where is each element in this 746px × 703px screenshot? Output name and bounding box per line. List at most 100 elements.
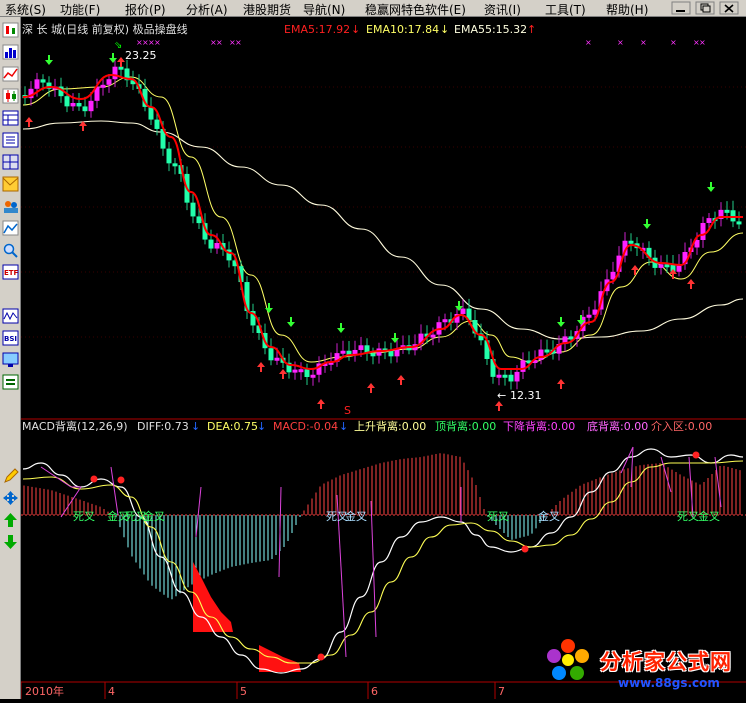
- candle-body: [304, 369, 310, 378]
- ema10-line: [22, 76, 744, 363]
- ema5-value: EMA5:17.92: [284, 23, 350, 36]
- table-icon[interactable]: [2, 110, 19, 126]
- menu-system[interactable]: 系统(S): [5, 1, 46, 18]
- watermark-url: www.88gs.com: [618, 676, 720, 690]
- candle-body: [706, 218, 712, 223]
- kline-icon[interactable]: [2, 88, 19, 104]
- close-icon[interactable]: [719, 1, 739, 15]
- up-divergence-value: 上升背离:0.00: [354, 419, 426, 433]
- sell-arrow: [643, 219, 651, 229]
- sell-arrow: [391, 333, 399, 343]
- candle-body: [370, 353, 376, 357]
- red-block: [193, 562, 233, 632]
- buy-arrow: [367, 383, 375, 393]
- x-axis-label: 7: [498, 685, 505, 698]
- divergence-line: [660, 456, 672, 493]
- menu-tools[interactable]: 工具(T): [545, 1, 586, 18]
- menu-quote[interactable]: 报价(P): [125, 1, 166, 18]
- x-mark: ×: [640, 38, 647, 47]
- macd-dea-value: DEA:0.75: [207, 420, 258, 433]
- candle-body: [358, 345, 364, 350]
- buy-arrow: [257, 362, 265, 372]
- minimize-icon[interactable]: [671, 1, 691, 15]
- macd-diff-value: DIFF:0.73: [137, 420, 189, 433]
- down-divergence-value: 下降背离:0.00: [503, 419, 575, 433]
- sell-arrow: [557, 317, 565, 327]
- candle-body: [166, 148, 172, 164]
- candle-body: [70, 102, 76, 107]
- buy-arrow: [397, 375, 405, 385]
- menu-hk-futures[interactable]: 港股期货: [243, 1, 291, 18]
- menu-info[interactable]: 资讯(I): [484, 1, 521, 18]
- clipboard-icon[interactable]: [2, 374, 19, 390]
- macd-title: MACD背离(12,26,9): [22, 419, 128, 433]
- macd-divergence-lines: [40, 446, 722, 658]
- watermark-text: 分析家公式网: [600, 650, 732, 674]
- diff-down-arrow: ↓: [191, 420, 200, 433]
- stock-chart[interactable]: × × × × × × × × × × × × × × 深 长 城(日线 前复权) 极品操盘线 EMA5:…: [21, 17, 746, 699]
- etf-icon[interactable]: ETF: [2, 264, 19, 280]
- menu-function[interactable]: 功能(F): [60, 1, 100, 18]
- sell-arrow: [109, 53, 117, 63]
- monitor-icon[interactable]: [2, 352, 19, 367]
- arrow-down-icon[interactable]: [4, 535, 17, 549]
- toolbar-icons: ETF BSI: [2, 22, 19, 549]
- cross-dot: [692, 451, 700, 459]
- candle-body: [430, 334, 436, 338]
- x-axis-label: 2010年: [25, 684, 64, 698]
- candle-body: [538, 349, 544, 361]
- bar-chart-icon[interactable]: [2, 44, 19, 60]
- mail-icon[interactable]: [2, 176, 19, 192]
- bsi-icon[interactable]: BSI: [2, 330, 19, 346]
- list-icon[interactable]: [2, 132, 19, 148]
- ema5-line: [22, 73, 743, 371]
- pencil-icon[interactable]: [4, 468, 19, 483]
- signal-markers: [25, 53, 715, 411]
- buy-arrow: [495, 401, 503, 411]
- candle-body: [310, 374, 316, 378]
- candle-body: [208, 239, 214, 249]
- candle-body: [64, 96, 70, 107]
- cross-dot: [317, 653, 325, 661]
- x-mark: ×: [699, 38, 706, 47]
- red-block: [259, 645, 301, 672]
- magnifier-icon[interactable]: [3, 243, 18, 258]
- sell-arrow: [45, 55, 53, 65]
- menu-bar: 系统(S) 功能(F) 报价(P) 分析(A) 港股期货 导航(N) 稳赢网特色…: [0, 0, 746, 17]
- menu-navigation[interactable]: 导航(N): [303, 1, 345, 18]
- menu-analysis[interactable]: 分析(A): [186, 1, 228, 18]
- menu-help[interactable]: 帮助(H): [606, 1, 648, 18]
- candle-body: [508, 374, 514, 382]
- buy-arrow: [669, 269, 677, 279]
- candlestick-icon[interactable]: [2, 22, 19, 38]
- users-icon[interactable]: [4, 201, 18, 213]
- chart-zoom-icon[interactable]: [2, 220, 19, 236]
- candle-body: [196, 216, 202, 224]
- candle-body: [172, 163, 178, 167]
- macd-macd-value: MACD:-0.04: [273, 420, 338, 433]
- x-axis-label: 6: [371, 685, 378, 698]
- arrow-up-icon[interactable]: [4, 513, 17, 527]
- buy-arrow: [687, 279, 695, 289]
- restore-icon[interactable]: [695, 1, 715, 15]
- price-gridlines: [21, 86, 746, 338]
- menu-special-software[interactable]: 稳赢网特色软件(E): [365, 1, 466, 18]
- window-controls: [671, 1, 739, 15]
- grid-icon[interactable]: [2, 154, 19, 170]
- low-arrow: ←: [497, 389, 506, 402]
- stock-title: 深 长 城(日线 前复权) 极品操盘线: [22, 22, 188, 36]
- bottom-divergence-value: 底背离:0.00: [587, 419, 648, 433]
- candle-body: [658, 264, 664, 268]
- buy-arrow: [557, 379, 565, 389]
- move-arrows-icon[interactable]: [3, 491, 18, 505]
- wave-icon[interactable]: [2, 308, 19, 324]
- candle-body: [730, 210, 736, 222]
- candle-body: [214, 243, 220, 249]
- candle-body: [34, 79, 40, 89]
- sell-arrow: [707, 182, 715, 192]
- line-chart-icon[interactable]: [2, 66, 19, 82]
- candle-body: [388, 351, 394, 357]
- candle-body: [82, 106, 88, 112]
- cross-label: 金叉: [345, 509, 367, 523]
- candle-body: [724, 209, 730, 213]
